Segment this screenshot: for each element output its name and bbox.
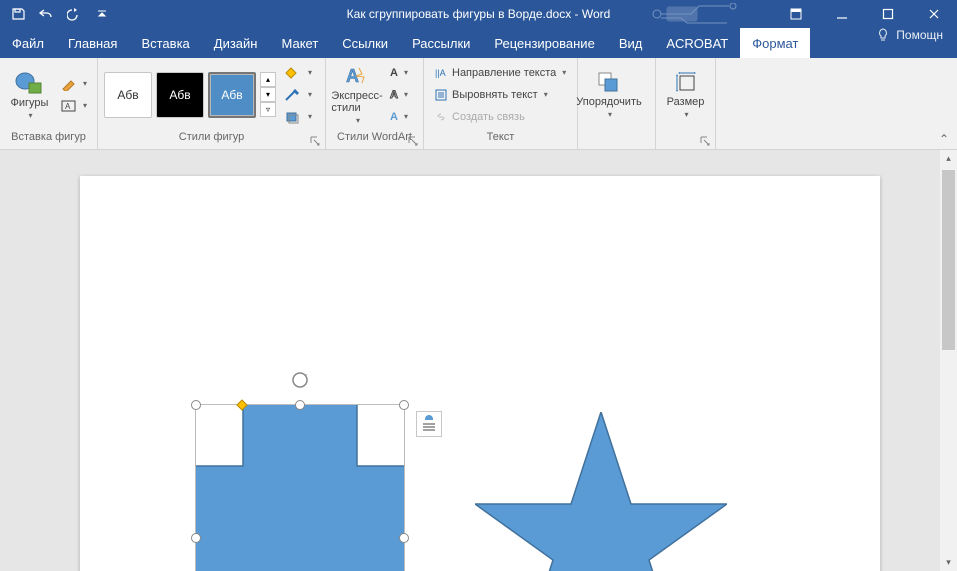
title-decoration bbox=[647, 3, 787, 25]
resize-handle-tr[interactable] bbox=[399, 400, 409, 410]
shape-effects-button[interactable]: ▾ bbox=[280, 107, 316, 127]
resize-handle-tm[interactable] bbox=[295, 400, 305, 410]
tell-me-label: Помощн bbox=[896, 28, 943, 42]
chevron-down-icon: ▾ bbox=[356, 116, 360, 125]
collapse-ribbon-button[interactable]: ⌃ bbox=[939, 132, 949, 146]
tab-acrobat[interactable]: ACROBAT bbox=[654, 28, 740, 58]
scroll-thumb[interactable] bbox=[942, 170, 955, 350]
align-text-label: Выровнять текст bbox=[452, 89, 538, 101]
svg-text:||A: ||A bbox=[435, 68, 446, 78]
arrange-icon bbox=[596, 70, 622, 94]
shape-outline-button[interactable]: ▾ bbox=[280, 85, 316, 105]
tab-layout[interactable]: Макет bbox=[269, 28, 330, 58]
chevron-down-icon: ▾ bbox=[28, 111, 32, 120]
align-text-button[interactable]: Выровнять текст▾ bbox=[430, 85, 571, 105]
ribbon-options-button[interactable] bbox=[773, 0, 819, 28]
create-link-button: Создать связь bbox=[430, 107, 571, 127]
dialog-launcher-icon[interactable] bbox=[699, 135, 711, 147]
dialog-launcher-icon[interactable] bbox=[309, 135, 321, 147]
group-label-wordart: Стили WordArt bbox=[326, 131, 423, 149]
style-gallery-up[interactable]: ▴ bbox=[260, 72, 276, 87]
text-direction-button[interactable]: ||AНаправление текста▾ bbox=[430, 63, 571, 83]
shapes-button[interactable]: Фигуры ▾ bbox=[6, 63, 53, 127]
chevron-down-icon: ▾ bbox=[684, 110, 688, 119]
create-link-label: Создать связь bbox=[452, 111, 525, 123]
arrange-button[interactable]: Упорядочить ▾ bbox=[584, 63, 634, 127]
wordart-icon: A bbox=[343, 64, 371, 88]
rotate-handle[interactable] bbox=[291, 371, 309, 389]
close-button[interactable] bbox=[911, 0, 957, 28]
document-area[interactable] bbox=[0, 150, 957, 571]
layout-options-button[interactable] bbox=[416, 411, 442, 437]
shape-style-1[interactable]: Абв bbox=[104, 72, 152, 118]
arrange-label: Упорядочить bbox=[576, 96, 641, 108]
tab-home[interactable]: Главная bbox=[56, 28, 129, 58]
shapes-icon bbox=[14, 69, 44, 95]
wordart-styles-button[interactable]: A Экспресс-стили ▾ bbox=[332, 63, 382, 127]
tab-format[interactable]: Формат bbox=[740, 28, 810, 58]
group-label-shape-styles: Стили фигур bbox=[98, 131, 325, 149]
text-box-button[interactable]: A▾ bbox=[57, 96, 91, 116]
star-shape[interactable] bbox=[475, 412, 727, 571]
resize-handle-tl[interactable] bbox=[191, 400, 201, 410]
tab-references[interactable]: Ссылки bbox=[330, 28, 400, 58]
svg-text:A: A bbox=[65, 102, 71, 111]
group-label-insert-shapes: Вставка фигур bbox=[0, 131, 97, 149]
selection-box[interactable] bbox=[195, 404, 405, 571]
group-label-arrange bbox=[578, 131, 655, 149]
maximize-button[interactable] bbox=[865, 0, 911, 28]
shapes-label: Фигуры bbox=[11, 97, 49, 109]
tell-me-button[interactable]: Помощн bbox=[876, 28, 943, 42]
tab-view[interactable]: Вид bbox=[607, 28, 655, 58]
tab-design[interactable]: Дизайн bbox=[202, 28, 270, 58]
qat-customize[interactable] bbox=[92, 4, 112, 24]
text-effects-button[interactable]: A▾ bbox=[386, 107, 412, 127]
text-direction-label: Направление текста bbox=[452, 67, 556, 79]
minimize-button[interactable] bbox=[819, 0, 865, 28]
dialog-launcher-icon[interactable] bbox=[407, 135, 419, 147]
lightbulb-icon bbox=[876, 28, 890, 42]
vertical-scrollbar[interactable]: ▴ ▾ bbox=[940, 150, 957, 571]
tab-file[interactable]: Файл bbox=[0, 28, 56, 58]
save-button[interactable] bbox=[8, 4, 28, 24]
shape-style-2[interactable]: Абв bbox=[156, 72, 204, 118]
style-gallery-down[interactable]: ▾ bbox=[260, 87, 276, 102]
edit-shape-button[interactable]: ▾ bbox=[57, 74, 91, 94]
shape-style-3[interactable]: Абв bbox=[208, 72, 256, 118]
scroll-up-button[interactable]: ▴ bbox=[940, 150, 957, 167]
group-label-size bbox=[656, 131, 715, 149]
resize-handle-ml[interactable] bbox=[191, 533, 201, 543]
size-button[interactable]: Размер ▾ bbox=[662, 63, 709, 127]
size-icon bbox=[674, 70, 698, 94]
scroll-down-button[interactable]: ▾ bbox=[940, 554, 957, 571]
redo-button[interactable] bbox=[64, 4, 84, 24]
group-label-text: Текст bbox=[424, 131, 577, 149]
tab-insert[interactable]: Вставка bbox=[129, 28, 201, 58]
text-fill-button[interactable]: A▾ bbox=[386, 63, 412, 83]
size-label: Размер bbox=[667, 96, 705, 108]
style-gallery-more[interactable]: ▿ bbox=[260, 102, 276, 117]
tab-review[interactable]: Рецензирование bbox=[482, 28, 606, 58]
document-title: Как сгруппировать фигуры в Ворде.docx - … bbox=[347, 7, 611, 21]
wordart-label: Экспресс-стили bbox=[331, 90, 382, 114]
chevron-down-icon: ▾ bbox=[608, 110, 612, 119]
undo-button[interactable] bbox=[36, 4, 56, 24]
resize-handle-mr[interactable] bbox=[399, 533, 409, 543]
text-outline-button[interactable]: A▾ bbox=[386, 85, 412, 105]
tab-mailings[interactable]: Рассылки bbox=[400, 28, 482, 58]
shape-fill-button[interactable]: ▾ bbox=[280, 63, 316, 83]
